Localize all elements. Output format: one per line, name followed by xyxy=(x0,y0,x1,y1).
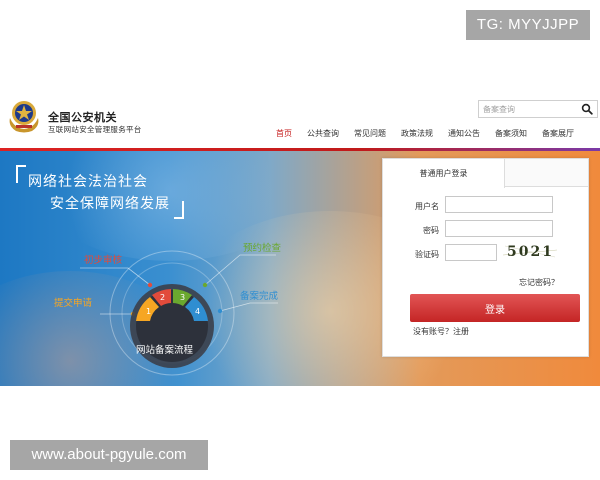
page: 全国公安机关 互联网站安全管理服务平台 首页 公共查询 常见问题 政策法规 通知… xyxy=(0,0,600,480)
nav-item-home[interactable]: 首页 xyxy=(276,128,292,142)
search-icon[interactable] xyxy=(581,103,593,115)
step-2-label: 初步审核 xyxy=(84,255,123,266)
step-3-number: 3 xyxy=(180,293,185,302)
nav-item-policy[interactable]: 政策法规 xyxy=(401,128,433,142)
step-4-dot xyxy=(217,308,223,314)
step-4-number: 4 xyxy=(195,307,200,316)
step-1-label: 提交申请 xyxy=(54,298,93,309)
nav-item-faq[interactable]: 常见问题 xyxy=(354,128,386,142)
login-tabbar: 普通用户登录 xyxy=(383,159,588,188)
flow-center-label: 网站备案流程 xyxy=(136,345,194,356)
main-nav: 首页 公共查询 常见问题 政策法规 通知公告 备案须知 备案展厅 xyxy=(276,128,589,142)
password-field[interactable] xyxy=(445,220,553,237)
site-header: 全国公安机关 互联网站安全管理服务平台 首页 公共查询 常见问题 政策法规 通知… xyxy=(0,92,600,148)
captcha-field[interactable] xyxy=(445,244,497,261)
nav-item-public-query[interactable]: 公共查询 xyxy=(307,128,339,142)
step-1-number: 1 xyxy=(146,307,151,316)
username-label: 用户名 xyxy=(415,202,439,211)
site-title: 全国公安机关 xyxy=(48,111,117,124)
forgot-password-link[interactable]: 忘记密码？ xyxy=(519,277,559,288)
step-2-dot xyxy=(147,282,153,288)
login-button[interactable]: 登录 xyxy=(410,294,580,322)
site-subtitle: 互联网站安全管理服务平台 xyxy=(48,125,142,134)
nav-item-filing-hall[interactable]: 备案展厅 xyxy=(542,128,574,142)
login-panel: 普通用户登录 用户名 密码 验证码 5021 忘记密码？ 登录 没有账号？注册 xyxy=(382,158,589,357)
tab-user-login[interactable]: 普通用户登录 xyxy=(383,159,505,188)
telegram-tag: TG: MYYJJPP xyxy=(466,10,590,40)
captcha-label: 验证码 xyxy=(415,250,439,259)
username-field[interactable] xyxy=(445,196,553,213)
captcha-image[interactable]: 5021 xyxy=(503,241,557,261)
password-label: 密码 xyxy=(423,226,439,235)
step-3-dot xyxy=(202,282,208,288)
register-link[interactable]: 没有账号？注册 xyxy=(413,326,469,337)
search-input[interactable] xyxy=(479,101,577,117)
captcha-text: 5021 xyxy=(507,244,554,260)
nav-item-filing-guide[interactable]: 备案须知 xyxy=(495,128,527,142)
step-4-label: 备案完成 xyxy=(240,291,279,302)
website-tag: www.about-pgyule.com xyxy=(10,440,208,470)
search-box xyxy=(478,100,598,118)
step-3-label: 预约检查 xyxy=(243,243,282,254)
nav-item-notices[interactable]: 通知公告 xyxy=(448,128,480,142)
police-emblem-icon xyxy=(9,101,39,133)
step-2-number: 2 xyxy=(160,293,165,302)
